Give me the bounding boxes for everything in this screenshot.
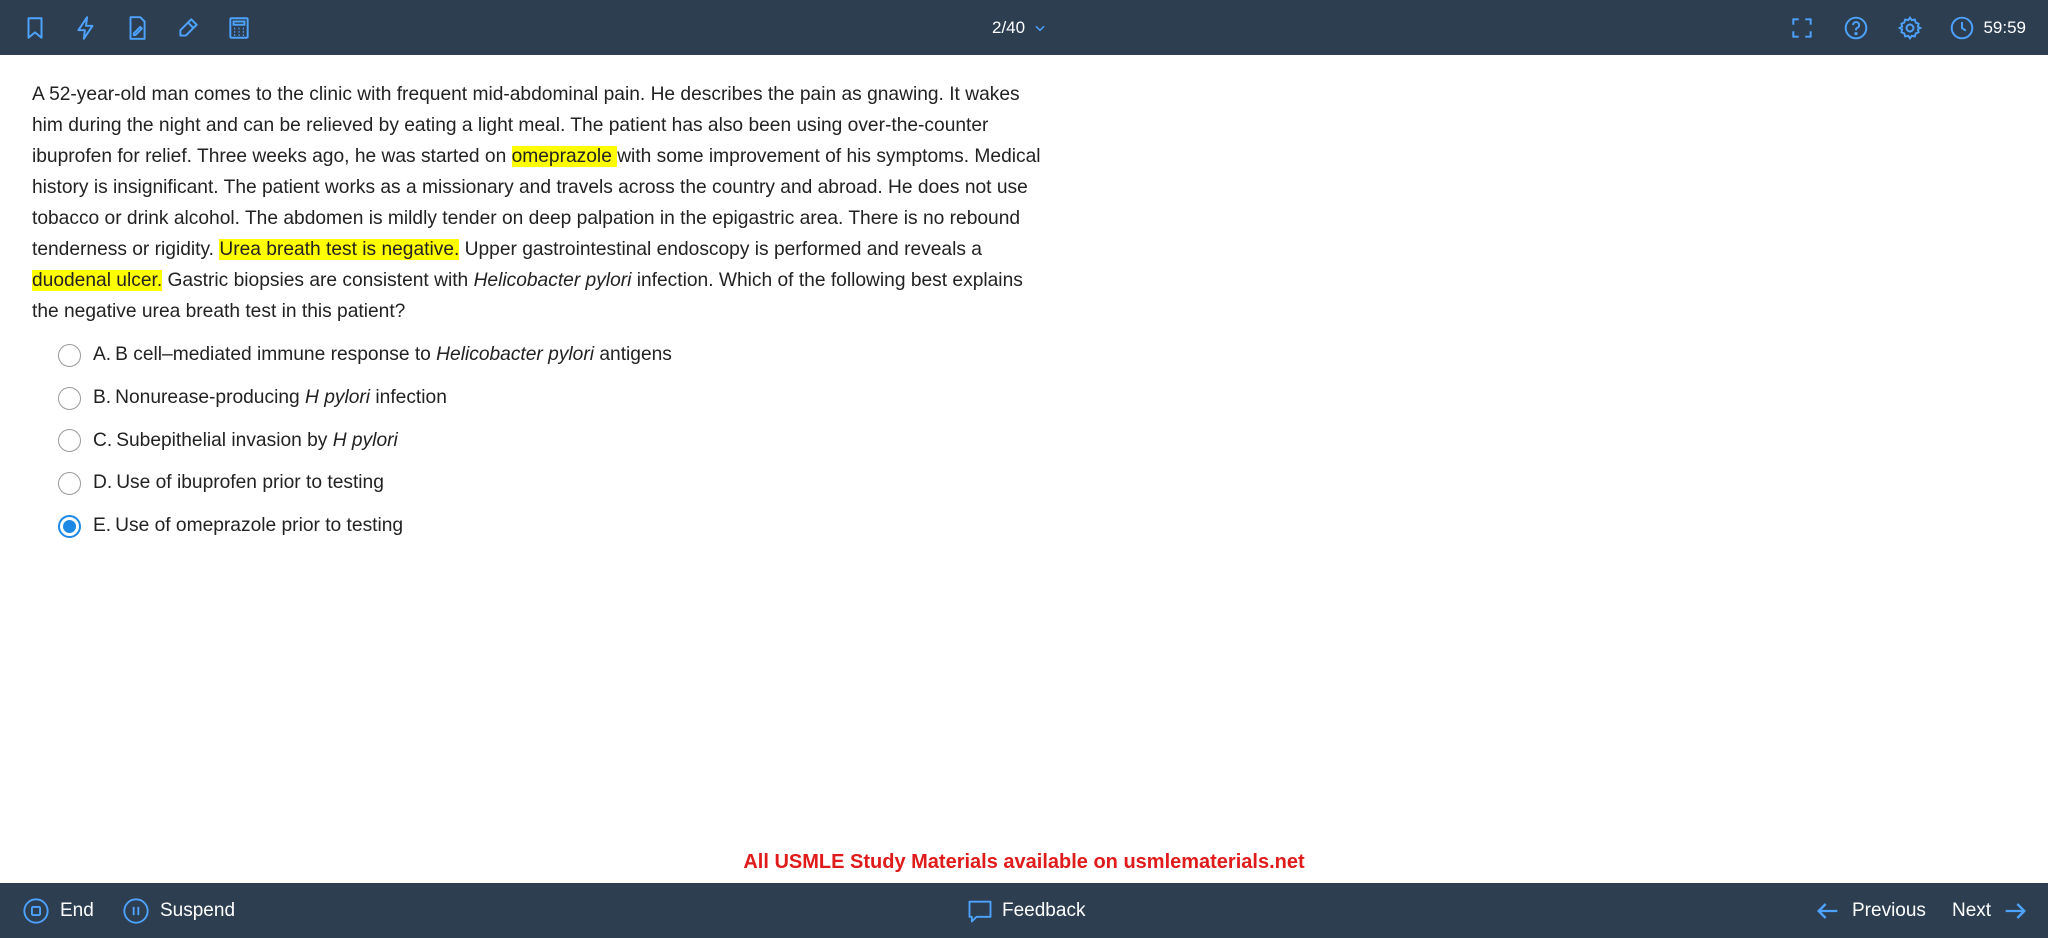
settings-icon[interactable] [1895, 13, 1925, 43]
bottom-toolbar: End Suspend Feedback Previous Next [0, 883, 2048, 938]
answer-letter: E. [93, 515, 112, 537]
answer-italic: H pylori [332, 429, 398, 451]
highlight-omeprazole: omeprazole [511, 146, 618, 167]
lightning-icon[interactable] [71, 13, 101, 43]
highlighter-icon[interactable] [173, 13, 203, 43]
answer-choices: A. B cell–mediated immune response to He… [58, 334, 672, 547]
answer-text: Subepithelial invasion by [116, 429, 333, 451]
pause-icon [123, 897, 149, 924]
answer-letter: C. [93, 429, 113, 451]
feedback-button[interactable]: Feedback [966, 883, 1085, 938]
top-toolbar: 2/40 59:59 [0, 0, 2048, 55]
end-button[interactable]: End [22, 883, 94, 938]
answer-letter: B. [93, 387, 112, 409]
question-navigator[interactable]: 2/40 [992, 0, 1047, 55]
answer-option-e[interactable]: E. Use of omeprazole prior to testing [58, 505, 672, 548]
stem-text-3: Upper gastrointestinal endoscopy is perf… [459, 239, 982, 260]
clock-icon [1951, 16, 1974, 39]
suspend-label: Suspend [160, 899, 236, 921]
answer-text: Use of ibuprofen prior to testing [116, 472, 384, 494]
calculator-icon[interactable] [224, 13, 254, 43]
help-icon[interactable] [1841, 13, 1871, 43]
question-stem: A 52-year-old man comes to the clinic wi… [32, 79, 1042, 327]
next-button[interactable]: Next [1952, 883, 2029, 938]
answer-option-b[interactable]: B. Nonurease-producing H pylori infectio… [58, 377, 672, 420]
highlight-urea-breath-test: Urea breath test is negative. [219, 239, 460, 260]
question-counter: 2/40 [992, 17, 1026, 37]
stop-icon [23, 897, 49, 924]
timer: 59:59 [1949, 15, 2026, 41]
answer-text: B cell–mediated immune response to [115, 344, 437, 366]
answer-text: Nonurease-producing [115, 387, 306, 409]
radio-button[interactable] [58, 471, 81, 495]
answer-letter: A. [93, 344, 112, 366]
stem-text-4: Gastric biopsies are consistent with [162, 270, 474, 291]
chevron-down-icon [1035, 25, 1045, 31]
notes-icon[interactable] [122, 13, 152, 43]
arrow-right-icon [2005, 902, 2027, 919]
timer-value: 59:59 [1983, 17, 2026, 37]
end-label: End [60, 899, 94, 921]
answer-text-end: antigens [594, 344, 672, 366]
promo-banner: All USMLE Study Materials available on u… [743, 851, 1305, 873]
answer-option-a[interactable]: A. B cell–mediated immune response to He… [58, 334, 672, 377]
answer-italic: Helicobacter pylori [436, 344, 595, 366]
stem-italic-organism: Helicobacter pylori [473, 270, 632, 291]
radio-button[interactable] [58, 429, 81, 453]
highlight-duodenal-ulcer: duodenal ulcer. [32, 270, 163, 291]
radio-button-selected[interactable] [58, 514, 81, 538]
answer-text: Use of omeprazole prior to testing [115, 515, 404, 537]
answer-option-c[interactable]: C. Subepithelial invasion by H pylori [58, 419, 672, 462]
answer-italic: H pylori [305, 387, 371, 409]
suspend-button[interactable]: Suspend [122, 883, 235, 938]
chat-bubble-icon [968, 900, 992, 922]
toolbar-left-tools [20, 0, 254, 55]
next-label: Next [1952, 899, 1992, 921]
arrow-left-icon [1817, 902, 1838, 919]
feedback-label: Feedback [1002, 899, 1086, 921]
radio-button[interactable] [58, 386, 81, 410]
radio-button[interactable] [58, 343, 81, 367]
answer-text-end: infection [370, 387, 447, 409]
answer-letter: D. [93, 472, 113, 494]
answer-option-d[interactable]: D. Use of ibuprofen prior to testing [58, 462, 672, 505]
bookmark-icon[interactable] [20, 13, 50, 43]
toolbar-right-tools: 59:59 [1787, 0, 2026, 55]
previous-label: Previous [1852, 899, 1926, 921]
exam-app: 2/40 59:59 A 52-year-old man comes to th… [0, 0, 2048, 938]
fullscreen-icon[interactable] [1787, 13, 1817, 43]
previous-button[interactable]: Previous [1814, 883, 1926, 938]
